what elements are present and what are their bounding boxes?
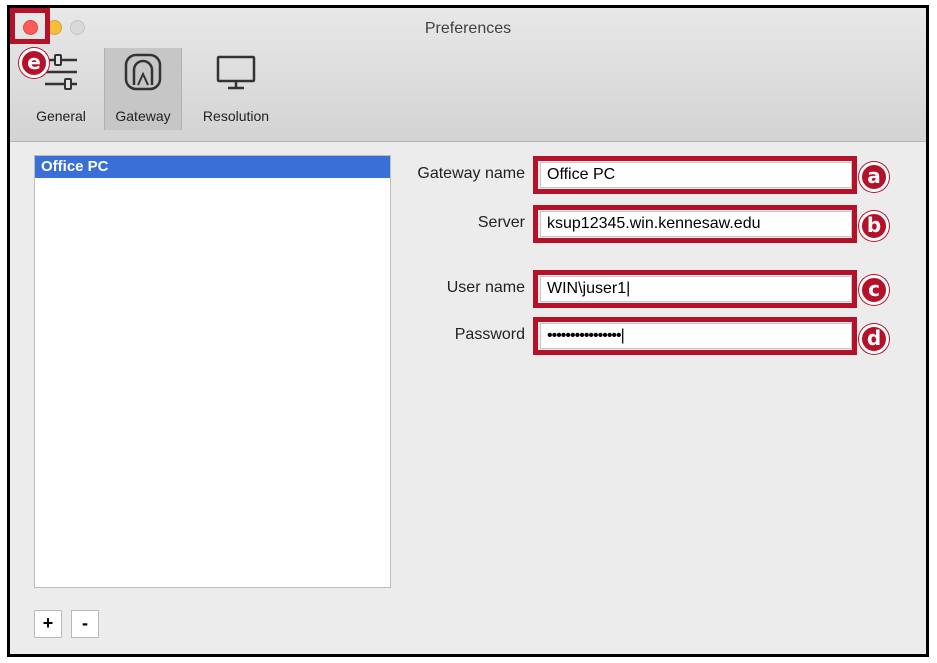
toolbar-general-label: General: [36, 108, 86, 124]
toolbar-gateway-label: Gateway: [115, 108, 171, 124]
gateway-name-label: Gateway name: [417, 165, 525, 182]
toolbar-gateway-button[interactable]: Gateway: [104, 48, 182, 130]
monitor-icon: [216, 55, 256, 90]
annotation-marker-e: e: [19, 48, 49, 78]
annotation-box-c: [533, 270, 857, 308]
toolbar-resolution-button[interactable]: Resolution: [190, 48, 282, 130]
gateway-list[interactable]: Office PC: [34, 155, 391, 588]
annotation-marker-b: b: [859, 211, 889, 241]
annotation-box-a: [533, 156, 857, 194]
annotation-box-b: [533, 205, 857, 243]
password-label: Password: [454, 326, 525, 343]
user-name-label: User name: [446, 279, 525, 296]
preferences-window: Preferences General Gateway Resolution O…: [7, 5, 929, 657]
annotation-marker-d: d: [859, 324, 889, 354]
remove-gateway-button[interactable]: -: [71, 610, 99, 638]
server-label: Server: [477, 214, 525, 231]
annotation-marker-c: c: [859, 275, 889, 305]
annotation-box-d: [533, 317, 857, 355]
list-item-office-pc[interactable]: Office PC: [35, 156, 390, 178]
add-gateway-button[interactable]: +: [34, 610, 62, 638]
window-title: Preferences: [424, 20, 512, 37]
toolbar: Preferences General Gateway Resolution: [10, 8, 926, 142]
annotation-box-e: [10, 8, 50, 44]
gateway-tunnel-icon: [124, 53, 162, 91]
annotation-marker-a: a: [859, 162, 889, 192]
toolbar-resolution-label: Resolution: [202, 108, 270, 124]
zoom-window-button[interactable]: [70, 20, 85, 35]
